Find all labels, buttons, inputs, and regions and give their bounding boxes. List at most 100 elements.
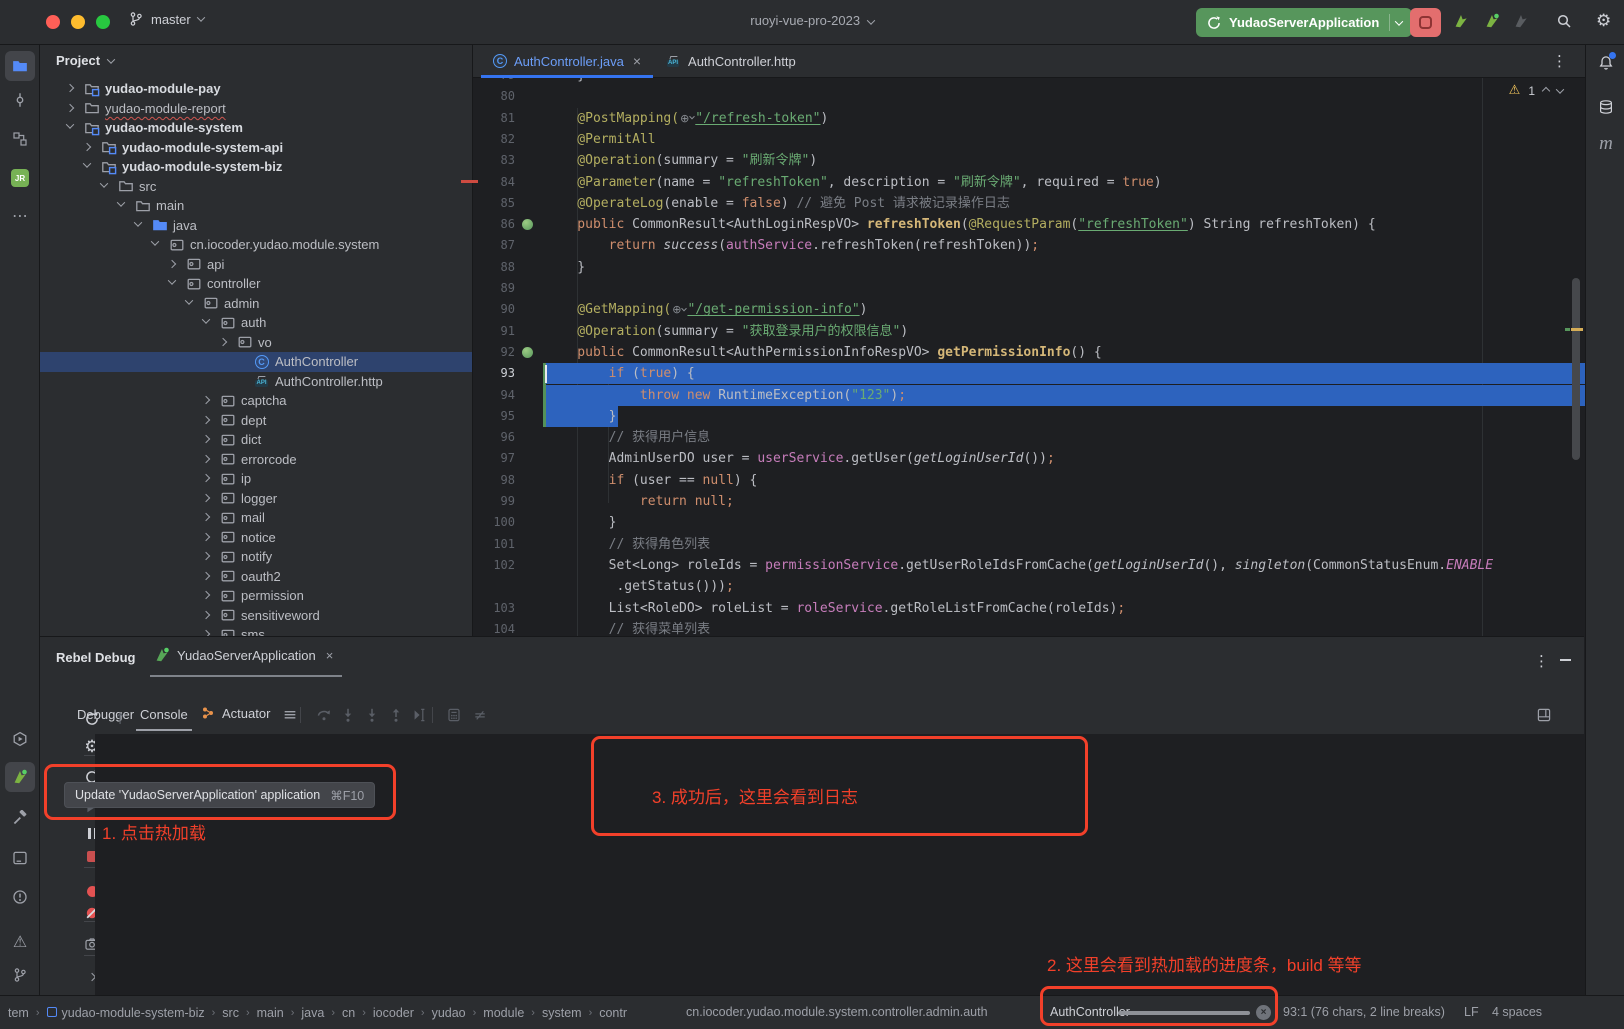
- tab-console[interactable]: Console: [140, 707, 188, 722]
- tree-item-yudao-module-report[interactable]: yudao-module-report: [40, 99, 472, 119]
- chevron-right-icon[interactable]: [83, 142, 91, 150]
- breadcrumb-item[interactable]: tem: [8, 1006, 29, 1020]
- mute-renderers-button[interactable]: ≠: [468, 703, 492, 727]
- jrebel-disabled-icon[interactable]: [1513, 13, 1529, 29]
- chevron-right-icon[interactable]: [202, 610, 210, 618]
- jrebel-reload-gutter-icon[interactable]: [522, 347, 533, 358]
- breadcrumb-item[interactable]: contr: [599, 1006, 627, 1020]
- url-globe-hint-icon[interactable]: ⊕: [680, 108, 694, 129]
- build-hammer-icon[interactable]: [9, 807, 31, 829]
- step-over-button[interactable]: [312, 703, 336, 727]
- line-number[interactable]: 89: [473, 278, 515, 299]
- chevron-up-icon[interactable]: [1542, 86, 1550, 94]
- tree-item-java[interactable]: java: [40, 216, 472, 236]
- line-number[interactable]: 97: [473, 448, 515, 469]
- chevron-down-icon[interactable]: [83, 159, 91, 167]
- indent-widget[interactable]: 4 spaces: [1492, 1005, 1542, 1019]
- line-number[interactable]: 90: [473, 299, 515, 320]
- hide-panel-icon[interactable]: [1560, 659, 1571, 661]
- chevron-right-icon[interactable]: [202, 435, 210, 443]
- code-view[interactable]: 79 }8081 @PostMapping(⊕"/refresh-token")…: [473, 78, 1585, 636]
- tree-item-vo[interactable]: vo: [40, 333, 472, 353]
- tree-item-dept[interactable]: dept: [40, 411, 472, 431]
- jrebel-debug-icon[interactable]: [1484, 13, 1500, 29]
- tree-item-authcontroller-http[interactable]: APIAuthController.http: [40, 372, 472, 392]
- stop-button[interactable]: [1410, 8, 1441, 37]
- tree-item-authcontroller[interactable]: CAuthController: [40, 352, 472, 372]
- breadcrumb-item[interactable]: cn: [342, 1006, 355, 1020]
- chevron-right-icon[interactable]: [66, 103, 74, 111]
- terminal-icon[interactable]: [9, 847, 31, 869]
- chevron-right-icon[interactable]: [202, 552, 210, 560]
- tree-item-controller[interactable]: controller: [40, 274, 472, 294]
- tree-item-notify[interactable]: notify: [40, 547, 472, 567]
- step-out-button[interactable]: [384, 703, 408, 727]
- line-number[interactable]: 85: [473, 193, 515, 214]
- breadcrumb-item[interactable]: module: [483, 1006, 524, 1020]
- chevron-right-icon[interactable]: [202, 571, 210, 579]
- line-number[interactable]: 99: [473, 491, 515, 512]
- editor-options-kebab-icon[interactable]: ⋮: [1552, 52, 1567, 70]
- chevron-down-icon[interactable]: [1556, 85, 1564, 93]
- tree-item-permission[interactable]: permission: [40, 586, 472, 606]
- run-to-cursor-button[interactable]: [408, 703, 432, 727]
- line-number[interactable]: 88: [473, 257, 515, 278]
- tree-item-api[interactable]: api: [40, 255, 472, 275]
- line-number[interactable]: 92: [473, 342, 515, 363]
- tree-item-yudao-module-system-api[interactable]: yudao-module-system-api: [40, 138, 472, 158]
- git-branch-icon[interactable]: [9, 964, 31, 986]
- breadcrumb-item[interactable]: yudao-module-system-biz: [47, 1006, 205, 1020]
- line-number[interactable]: 80: [473, 86, 515, 107]
- chevron-right-icon[interactable]: [202, 415, 210, 423]
- chevron-right-icon[interactable]: [202, 513, 210, 521]
- settings-gear-icon[interactable]: ⚙: [1596, 13, 1611, 30]
- chevron-right-icon[interactable]: [202, 532, 210, 540]
- line-number[interactable]: 101: [473, 534, 515, 555]
- tree-item-auth[interactable]: auth: [40, 313, 472, 333]
- breadcrumb-item[interactable]: iocoder: [373, 1006, 414, 1020]
- close-icon[interactable]: ×: [326, 648, 334, 663]
- debug-panel-title[interactable]: Rebel Debug: [56, 650, 135, 665]
- run-configuration-button[interactable]: YudaoServerApplication: [1196, 8, 1412, 37]
- breadcrumb-item[interactable]: main: [257, 1006, 284, 1020]
- evaluate-expression-button[interactable]: [442, 703, 466, 727]
- breadcrumb-item[interactable]: java: [301, 1006, 324, 1020]
- chevron-right-icon[interactable]: [202, 396, 210, 404]
- maven-icon[interactable]: m: [1595, 132, 1617, 154]
- line-ending-widget[interactable]: LF: [1464, 1005, 1479, 1019]
- step-into-button[interactable]: [336, 703, 360, 727]
- breadcrumb-item[interactable]: system: [542, 1006, 582, 1020]
- chevron-down-icon[interactable]: [202, 315, 210, 323]
- tree-item-ip[interactable]: ip: [40, 469, 472, 489]
- chevron-right-icon[interactable]: [202, 454, 210, 462]
- tree-item-captcha[interactable]: captcha: [40, 391, 472, 411]
- tree-item-mail[interactable]: mail: [40, 508, 472, 528]
- chevron-right-icon[interactable]: [202, 474, 210, 482]
- chevron-right-icon[interactable]: [202, 591, 210, 599]
- jrebel-debug-panel-icon[interactable]: [5, 762, 35, 792]
- tab-actuator[interactable]: Actuator: [200, 705, 270, 721]
- line-number[interactable]: 91: [473, 321, 515, 342]
- chevron-down-icon[interactable]: [1395, 17, 1403, 25]
- chevron-down-icon[interactable]: [134, 218, 142, 226]
- line-number[interactable]: 96: [473, 427, 515, 448]
- tree-item-dict[interactable]: dict: [40, 430, 472, 450]
- error-stripe-warning-mark[interactable]: [1571, 328, 1583, 331]
- line-number[interactable]: 87: [473, 235, 515, 256]
- tree-item-admin[interactable]: admin: [40, 294, 472, 314]
- line-number[interactable]: 98: [473, 470, 515, 491]
- chevron-down-icon[interactable]: [100, 179, 108, 187]
- up-stack-trace-button[interactable]: ↑: [108, 707, 132, 731]
- tree-item-src[interactable]: src: [40, 177, 472, 197]
- more-tool-windows-icon[interactable]: ⋯: [9, 205, 31, 227]
- tab-authcontroller-java[interactable]: C AuthController.java ×: [481, 45, 653, 77]
- inspections-widget[interactable]: ⚠ 1: [1509, 83, 1563, 98]
- caret-position-widget[interactable]: 93:1 (76 chars, 2 line breaks): [1283, 1005, 1445, 1019]
- editor-body[interactable]: 79 }8081 @PostMapping(⊕"/refresh-token")…: [473, 78, 1585, 636]
- line-number[interactable]: 82: [473, 129, 515, 150]
- line-number[interactable]: 93: [473, 363, 515, 384]
- line-number[interactable]: 81: [473, 108, 515, 129]
- tree-item-notice[interactable]: notice: [40, 528, 472, 548]
- warnings-icon[interactable]: ⚠: [9, 931, 31, 953]
- run-services-icon[interactable]: [9, 728, 31, 750]
